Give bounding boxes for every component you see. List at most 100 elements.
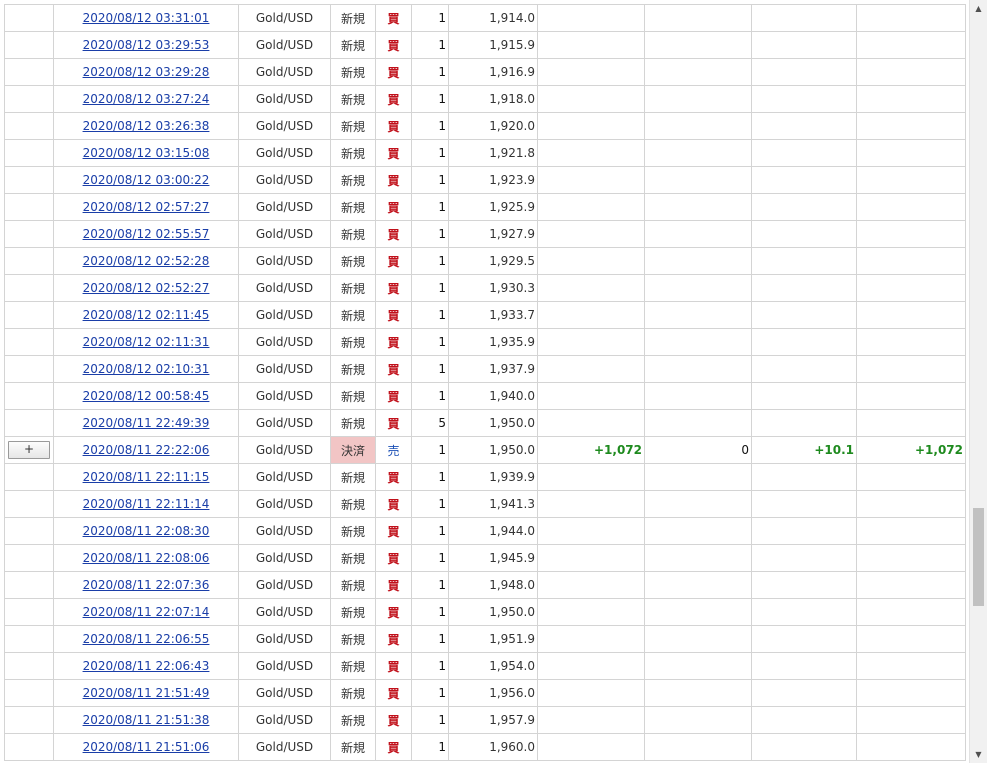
trade-date-link[interactable]: 2020/08/11 22:11:15 — [83, 470, 210, 484]
profit-cell-2 — [644, 220, 752, 248]
trade-date-link[interactable]: 2020/08/11 22:08:06 — [83, 551, 210, 565]
trade-date-link[interactable]: 2020/08/11 22:07:36 — [83, 578, 210, 592]
trade-date-cell: 2020/08/12 03:26:38 — [53, 112, 239, 140]
trade-date-link[interactable]: 2020/08/12 03:00:22 — [83, 173, 210, 187]
profit-cell-1 — [537, 409, 645, 437]
trade-date-link[interactable]: 2020/08/11 22:06:55 — [83, 632, 210, 646]
profit-cell-1 — [537, 328, 645, 356]
profit-cell-2 — [644, 355, 752, 383]
trade-date-link[interactable]: 2020/08/11 22:08:30 — [83, 524, 210, 538]
profit-cell-4 — [856, 733, 966, 761]
expand-cell — [4, 220, 54, 248]
trade-date-link[interactable]: 2020/08/12 02:11:31 — [83, 335, 210, 349]
quantity-cell: 1 — [411, 598, 449, 626]
trade-date-link[interactable]: 2020/08/12 03:29:53 — [83, 38, 210, 52]
profit-cell-4 — [856, 517, 966, 545]
price-cell: 1,956.0 — [448, 679, 538, 707]
profit-cell-2: 0 — [644, 436, 752, 464]
side-cell: 買 — [375, 274, 412, 302]
trade-date-link[interactable]: 2020/08/12 02:52:28 — [83, 254, 210, 268]
profit-cell-1 — [537, 382, 645, 410]
trade-date-cell: 2020/08/11 22:06:55 — [53, 625, 239, 653]
quantity-cell: 1 — [411, 274, 449, 302]
expand-cell — [4, 544, 54, 572]
profit-cell-2 — [644, 139, 752, 167]
trade-date-link[interactable]: 2020/08/11 22:06:43 — [83, 659, 210, 673]
symbol-cell: Gold/USD — [238, 328, 331, 356]
trade-date-link[interactable]: 2020/08/11 22:11:14 — [83, 497, 210, 511]
table-row: 2020/08/12 03:29:28 Gold/USD 新規買 1 1,916.9 — [4, 58, 966, 86]
side-cell: 買 — [375, 328, 412, 356]
profit-cell-3 — [751, 517, 857, 545]
expand-button[interactable]: + — [8, 441, 50, 459]
trade-date-link[interactable]: 2020/08/12 00:58:45 — [83, 389, 210, 403]
scroll-up-arrow-icon[interactable]: ▲ — [970, 0, 987, 17]
trade-date-link[interactable]: 2020/08/12 03:26:38 — [83, 119, 210, 133]
order-type-cell: 新規 — [330, 706, 376, 734]
vertical-scrollbar[interactable]: ▲ ▼ — [969, 0, 987, 763]
profit-cell-3 — [751, 301, 857, 329]
profit-cell-1 — [537, 544, 645, 572]
trade-date-link[interactable]: 2020/08/11 21:51:38 — [83, 713, 210, 727]
scrollbar-thumb[interactable] — [973, 508, 984, 606]
trade-date-cell: 2020/08/12 03:29:53 — [53, 31, 239, 59]
quantity-cell: 5 — [411, 409, 449, 437]
trade-date-link[interactable]: 2020/08/11 22:07:14 — [83, 605, 210, 619]
profit-cell-4 — [856, 301, 966, 329]
profit-cell-1 — [537, 598, 645, 626]
price-cell: 1,933.7 — [448, 301, 538, 329]
expand-cell — [4, 274, 54, 302]
quantity-cell: 1 — [411, 85, 449, 113]
profit-cell-1 — [537, 463, 645, 491]
profit-cell-1 — [537, 733, 645, 761]
trade-date-link[interactable]: 2020/08/11 22:22:06 — [83, 443, 210, 457]
side-cell: 買 — [375, 706, 412, 734]
trade-date-link[interactable]: 2020/08/12 03:31:01 — [83, 11, 210, 25]
profit-cell-4 — [856, 193, 966, 221]
price-cell: 1,927.9 — [448, 220, 538, 248]
profit-cell-3 — [751, 625, 857, 653]
table-row: 2020/08/12 02:52:27 Gold/USD 新規買 1 1,930.3 — [4, 274, 966, 302]
trade-date-link[interactable]: 2020/08/12 02:57:27 — [83, 200, 210, 214]
trade-date-link[interactable]: 2020/08/12 02:10:31 — [83, 362, 210, 376]
trade-date-link[interactable]: 2020/08/12 03:27:24 — [83, 92, 210, 106]
profit-cell-4 — [856, 31, 966, 59]
trade-date-link[interactable]: 2020/08/12 03:15:08 — [83, 146, 210, 160]
trade-date-link[interactable]: 2020/08/12 02:55:57 — [83, 227, 210, 241]
expand-cell — [4, 571, 54, 599]
trade-date-link[interactable]: 2020/08/11 21:51:06 — [83, 740, 210, 754]
side-cell: 買 — [375, 139, 412, 167]
profit-cell-1 — [537, 355, 645, 383]
scroll-down-arrow-icon[interactable]: ▼ — [970, 746, 987, 763]
profit-cell-3 — [751, 463, 857, 491]
profit-cell-1 — [537, 220, 645, 248]
profit-cell-4 — [856, 679, 966, 707]
profit-cell-3 — [751, 598, 857, 626]
trade-date-link[interactable]: 2020/08/11 21:51:49 — [83, 686, 210, 700]
order-type-cell: 新規 — [330, 652, 376, 680]
trade-date-link[interactable]: 2020/08/12 02:11:45 — [83, 308, 210, 322]
profit-cell-4 — [856, 382, 966, 410]
side-cell: 買 — [375, 31, 412, 59]
symbol-cell: Gold/USD — [238, 193, 331, 221]
expand-cell — [4, 598, 54, 626]
quantity-cell: 1 — [411, 463, 449, 491]
order-type-cell: 決済 — [330, 436, 376, 464]
trade-date-cell: 2020/08/11 22:07:14 — [53, 598, 239, 626]
side-cell: 売 — [375, 436, 412, 464]
profit-cell-3 — [751, 706, 857, 734]
trade-date-cell: 2020/08/12 00:58:45 — [53, 382, 239, 410]
profit-cell-3 — [751, 274, 857, 302]
table-row: 2020/08/11 22:06:55 Gold/USD 新規買 1 1,951.9 — [4, 625, 966, 653]
trade-date-cell: 2020/08/12 03:31:01 — [53, 4, 239, 32]
profit-cell-1 — [537, 112, 645, 140]
symbol-cell: Gold/USD — [238, 598, 331, 626]
trade-date-link[interactable]: 2020/08/12 03:29:28 — [83, 65, 210, 79]
profit-cell-2 — [644, 706, 752, 734]
trade-date-link[interactable]: 2020/08/12 02:52:27 — [83, 281, 210, 295]
symbol-cell: Gold/USD — [238, 301, 331, 329]
trade-date-link[interactable]: 2020/08/11 22:49:39 — [83, 416, 210, 430]
side-cell: 買 — [375, 490, 412, 518]
quantity-cell: 1 — [411, 301, 449, 329]
expand-cell — [4, 733, 54, 761]
